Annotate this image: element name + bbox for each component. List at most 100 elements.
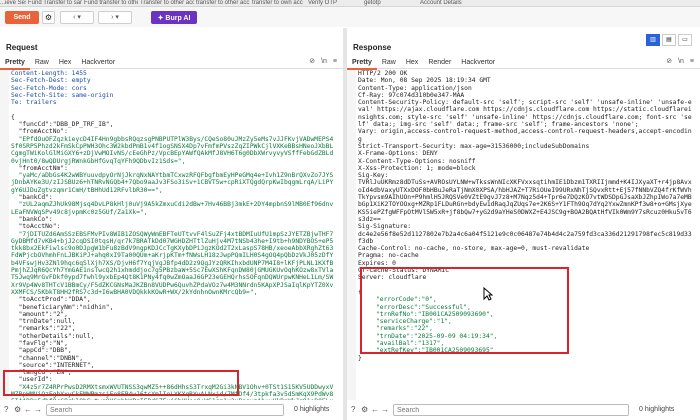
gear-icon[interactable]: ⚙ <box>42 11 55 24</box>
header-line: Sig-Key: <box>358 172 389 180</box>
json-line: "fromAcctNm": <box>11 164 68 172</box>
header-line: Date: Mon, 08 Sep 2025 18:19:34 GMT <box>358 77 491 85</box>
next-match-icon[interactable]: → <box>34 405 42 414</box>
json-line: "bankCo": <box>11 215 53 223</box>
tab-hackvertor[interactable]: Hackvertor <box>456 57 500 68</box>
request-tab[interactable]: getotp <box>364 0 418 6</box>
header-line: Content-Length: 1455 <box>11 70 87 77</box>
tab-raw[interactable]: Raw <box>377 57 401 68</box>
json-line: "amount":"2", <box>11 310 68 318</box>
tab-render[interactable]: Render <box>423 57 456 68</box>
split-horizontal-icon[interactable]: ▥ <box>646 34 660 46</box>
request-highlights-count: 0 highlights <box>294 406 330 413</box>
chevron-right-icon: › <box>111 14 114 21</box>
json-line: "toAcctProd":"DDA", <box>11 296 91 304</box>
settings-icon[interactable]: ⚙ <box>14 405 21 414</box>
layout-toggle: ▥ ▤ ▭ <box>644 34 692 46</box>
header-line: X-Frame-Options: DENY <box>358 150 438 158</box>
response-title: Response <box>353 43 392 52</box>
header-line: Cf-Ray: 97c074d310b0e347-MAA <box>358 91 465 99</box>
header-line: TVRlJuUKRmz8dDTuSs+AVROsUYLNW+wTkssWnNIc… <box>358 179 692 223</box>
response-editor-icons: ⊘ \n ≡ <box>660 57 694 65</box>
request-search-bar: ? ⚙ ← → 0 highlights <box>0 404 343 416</box>
header-line: Vary: origin,access-control-request-meth… <box>358 128 692 143</box>
request-title: Request <box>6 43 38 52</box>
response-highlights-count: 0 highlights <box>639 406 675 413</box>
json-line: "trnDate":null, <box>11 318 76 326</box>
header-line: Sec-Fetch-Dest: empty <box>11 77 91 85</box>
header-line: Content-Type: application/json <box>358 84 472 92</box>
request-pane: Request Pretty Raw Hex Hackvertor ⊘ \n ≡ Cont… <box>0 28 343 400</box>
menu-icon[interactable]: ≡ <box>690 58 694 65</box>
prev-match-icon[interactable]: ← <box>24 405 32 414</box>
header-line: Pragma: no-cache <box>358 252 419 260</box>
json-line: "yaMc/aDbGs4K2wWBYuuvdpyOrNjJkrqNxNAYtbm… <box>11 172 334 194</box>
no-wrap-icon[interactable]: ⊘ <box>309 58 315 65</box>
json-line: "fromAcctNo": <box>11 128 68 136</box>
tab-pretty[interactable]: Pretty <box>0 57 30 70</box>
request-tab[interactable]: transfer to own acc <box>252 0 306 6</box>
json-line: "EPfdOuOFZqzkieycD4IF4Hn9gbbsRQqzsgPNBPU… <box>11 135 334 165</box>
json-line: "zUL2aqmZJhUk98Mjsq4DvLP8kHlj0uVj9A5kZmx… <box>11 201 334 216</box>
toolbar: Send ⚙ ‹ ▾ › ▾ ✦ Burp AI <box>0 7 700 27</box>
request-tab[interactable]: transfer to other acc 1 1 p <box>196 0 250 6</box>
request-tab[interactable]: ...ieve Session <box>0 0 26 6</box>
json-line: "7jDITUZd6AmSSzEBSFMvPIv8WIB1ZOSQWyWmEBF… <box>11 230 334 296</box>
single-pane-icon[interactable]: ▭ <box>678 34 692 46</box>
request-tab[interactable]: Fund transfer to other acc <box>84 0 138 6</box>
tab-hex[interactable]: Hex <box>54 57 76 68</box>
newline-icon[interactable]: \n <box>678 58 684 65</box>
header-line: X-Xss-Protection: 1; mode=block <box>358 164 476 172</box>
json-line: "beneficiaryNm":"nidhin", <box>11 303 114 311</box>
tab-hackvertor[interactable]: Hackvertor <box>76 57 120 68</box>
header-line: dc4e2e56f8e52d1127802e7b2a4c6a04f5121e9c… <box>358 230 692 245</box>
json-line: "otherDetails":null, <box>11 332 95 340</box>
tab-raw[interactable]: Raw <box>30 57 54 68</box>
send-button[interactable]: Send <box>5 11 39 24</box>
settings-icon[interactable]: ⚙ <box>361 405 368 414</box>
history-forward-button[interactable]: › ▾ <box>98 11 132 24</box>
chevron-left-icon: ‹ <box>73 14 76 21</box>
request-tab[interactable]: Account Details <box>420 0 474 6</box>
highlight-box-session-otp <box>3 370 239 396</box>
header-line: X-Content-Type-Options: nosniff <box>358 157 476 165</box>
request-text: Content-Length: 1455 Sec-Fetch-Dest: empt… <box>11 70 337 400</box>
header-line: Content-Security-Policy: default-src 'se… <box>358 99 692 129</box>
newline-icon[interactable]: \n <box>321 58 327 65</box>
json-line: "source":"INTERNET", <box>11 361 95 369</box>
prev-match-icon[interactable]: ← <box>371 405 379 414</box>
next-match-icon[interactable]: → <box>381 405 389 414</box>
tab-hex[interactable]: Hex <box>401 57 423 68</box>
json-line: "funcCd":"DBB_DP_TRF_IB", <box>11 121 114 129</box>
help-icon[interactable]: ? <box>4 405 8 414</box>
tab-pretty[interactable]: Pretty <box>347 57 377 70</box>
json-line: "bankCd": <box>11 194 53 202</box>
header-line: Sec-Fetch-Mode: cors <box>11 84 87 92</box>
split-vertical-icon[interactable]: ▤ <box>662 34 676 46</box>
request-tab-strip: ...ieve SessionFund Transfer to same acc… <box>0 0 700 7</box>
json-line: "toAcctNo": <box>11 223 61 231</box>
response-search-bar: ? ⚙ ← → 0 highlights <box>347 404 700 416</box>
help-icon[interactable]: ? <box>351 405 355 414</box>
header-line: Sec-Fetch-Site: same-origin <box>11 91 114 99</box>
header-line: Expires: 0 <box>358 259 396 267</box>
request-editor[interactable]: Content-Length: 1455 Sec-Fetch-Dest: empt… <box>0 70 343 400</box>
menu-icon[interactable]: ≡ <box>333 58 337 65</box>
burp-ai-button[interactable]: ✦ Burp AI <box>151 11 197 24</box>
request-tab[interactable]: Verify OTP <box>308 0 362 6</box>
json-line: "favFlg":"N", <box>11 339 68 347</box>
header-line: HTTP/2 200 OK <box>358 70 408 77</box>
response-subtabs: Pretty Raw Hex Render Hackvertor <box>347 57 700 70</box>
request-subtabs: Pretty Raw Hex Hackvertor <box>0 57 343 70</box>
no-wrap-icon[interactable]: ⊘ <box>666 58 672 65</box>
header-line: Strict-Transport-Security: max-age=31536… <box>358 142 590 150</box>
json-line: "remarks":"22", <box>11 325 76 333</box>
request-tab[interactable]: Transfer to other acc 1 <box>140 0 194 6</box>
mouse-cursor-icon <box>483 287 493 301</box>
response-search-input[interactable] <box>393 404 629 416</box>
line-gutter <box>347 70 356 400</box>
request-search-input[interactable] <box>46 404 284 416</box>
history-back-button[interactable]: ‹ ▾ <box>60 11 94 24</box>
request-tab[interactable]: Fund Transfer to same account <box>28 0 82 6</box>
